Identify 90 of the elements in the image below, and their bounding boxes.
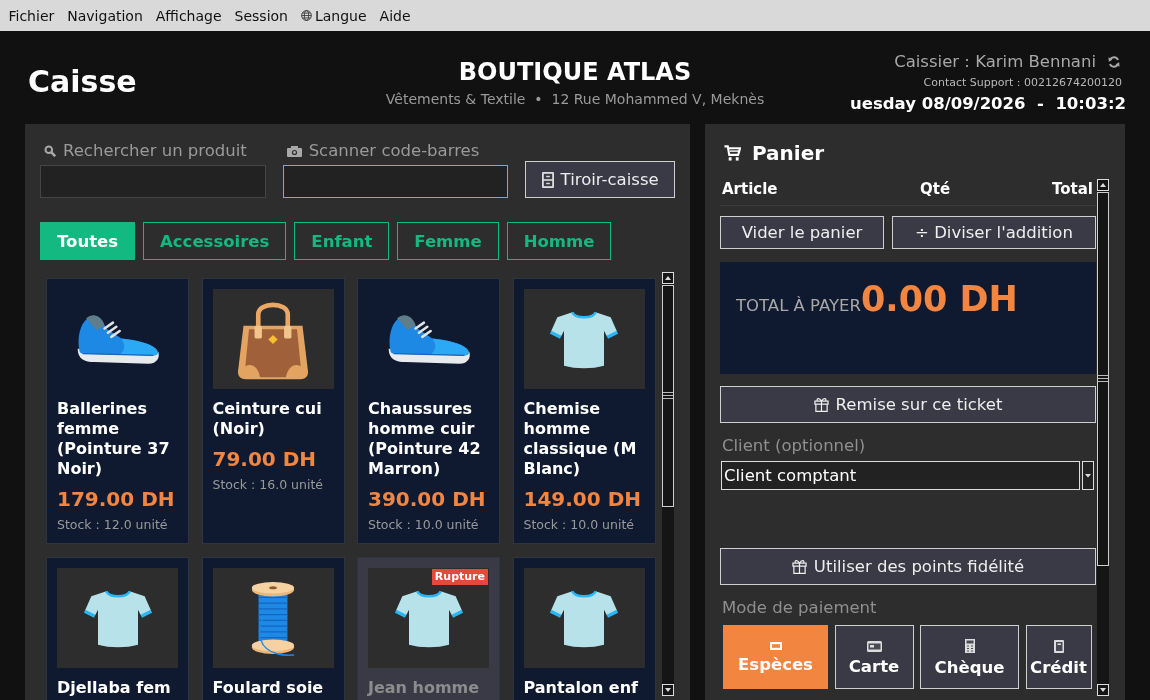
banknote-icon [769, 642, 782, 650]
product-name: Chaussures homme cuir (Pointure 42 Marron) [368, 399, 482, 479]
scrollbar-thumb[interactable] [662, 285, 674, 507]
field-label: Mode de paiement [721, 598, 877, 618]
total-amount: 0.00 DH [861, 279, 1018, 319]
cash-drawer-button[interactable]: Tiroir-caisse [525, 161, 675, 198]
t-shirt-icon [368, 568, 489, 668]
product-card[interactable]: Ceinture cui (Noir) 79.00 DH Stock : 16.0 unité [201, 278, 345, 544]
product-card[interactable]: Chemise homme classique (M Blanc) 149.00 DH Stock : 10.0 unité [512, 278, 656, 544]
out-of-stock-badge: Rupture [431, 569, 488, 585]
cabinet-icon [541, 171, 554, 188]
cart-icon [724, 144, 741, 162]
column-header: Total [1052, 179, 1093, 199]
product-name: Ballerines femme (Pointure 37 Noir) [57, 399, 171, 479]
menu-item[interactable]: Langue [294, 4, 374, 27]
product-name: Pantalon enf [523, 678, 640, 698]
menu-item[interactable]: Navigation [60, 4, 150, 27]
product-price: 390.00 DH [368, 487, 487, 511]
scroll-up-icon[interactable] [662, 272, 674, 284]
scrollbar[interactable] [662, 272, 674, 696]
barcode-field[interactable] [282, 165, 509, 198]
category-tab[interactable]: Accessoires [143, 222, 287, 260]
scroll-down-icon[interactable] [662, 684, 674, 696]
column-header: Qté [920, 179, 952, 199]
store-name: BOUTIQUE ATLAS [458, 58, 692, 86]
product-price: 179.00 DH [57, 487, 176, 511]
search-field[interactable] [40, 165, 266, 198]
clear-cart-button[interactable]: Vider le panier [720, 216, 884, 249]
product-card[interactable]: Foulard soie [201, 557, 345, 700]
gift-icon [791, 559, 807, 574]
thread-spool-icon [212, 568, 334, 668]
notebook-icon [1053, 639, 1064, 653]
field-label: Rechercher un produit [63, 141, 247, 161]
support-contact: Contact Support : 00212674200120 [923, 76, 1122, 90]
client-select[interactable]: Client comptant [721, 461, 1080, 490]
globe-icon [300, 10, 312, 21]
shoe-icon [75, 313, 160, 365]
stock-text: Stock : 12.0 unité [57, 517, 169, 533]
payment-method-button[interactable]: Carte [834, 625, 914, 689]
t-shirt-icon [523, 568, 645, 668]
payment-method-button[interactable]: Crédit [1025, 625, 1092, 689]
stock-text: Stock : 10.0 unité [368, 517, 480, 533]
product-name: Foulard soie [212, 678, 325, 698]
calculator-icon [964, 639, 975, 653]
category-tab[interactable]: Enfant [294, 222, 390, 260]
product-name: Jean homme [368, 678, 481, 698]
stock-text: Stock : 16.0 unité [212, 477, 324, 493]
product-card[interactable]: Pantalon enf [512, 557, 656, 700]
refresh-icon[interactable] [1108, 55, 1120, 69]
scroll-up-icon[interactable] [1097, 179, 1109, 191]
category-tab[interactable]: Homme [506, 222, 612, 260]
shoe-icon [386, 313, 471, 365]
product-card[interactable]: Djellaba fem [46, 557, 189, 700]
page-title: Caisse [28, 64, 137, 100]
product-card[interactable]: Ballerines femme (Pointure 37 Noir) 179.00 DH Stock : 12.0 unité [46, 278, 189, 544]
product-price: 149.00 DH [523, 487, 642, 511]
scrollbar[interactable] [1097, 179, 1109, 696]
product-price: 79.00 DH [212, 447, 318, 471]
t-shirt-icon [57, 568, 178, 668]
menu-item[interactable]: Affichage [149, 4, 229, 27]
camera-icon [286, 145, 302, 157]
menu-item[interactable]: Aide [373, 4, 418, 27]
loyalty-points-button[interactable]: Utiliser des points fidélité [720, 548, 1096, 585]
category-tab[interactable]: Femme [397, 222, 499, 260]
panel-title: Panier [752, 140, 825, 166]
total-label: TOTAL À PAYER [736, 296, 861, 316]
gift-icon [813, 397, 829, 412]
discount-button[interactable]: Remise sur ce ticket [720, 386, 1096, 423]
split-bill-button[interactable]: ÷ Diviser l'addition [892, 216, 1096, 249]
product-card[interactable]: Rupture Jean homme [357, 557, 500, 700]
column-header: Article [722, 179, 779, 199]
search-icon [44, 145, 56, 157]
store-info: Vêtements & Textile • 12 Rue Mohammed V, Meknès [385, 90, 765, 108]
field-label: Scanner code-barres [308, 141, 480, 161]
date-time: uesday 08/09/2026 - 10:03:2 [849, 94, 1126, 114]
handbag-icon [212, 289, 334, 389]
cashier-name: Caissier : Karim Bennani [894, 52, 1096, 72]
product-name: Ceinture cui (Noir) [212, 399, 323, 439]
product-card[interactable]: Chaussures homme cuir (Pointure 42 Marron) 390.00 DH Stock : 10.0 unité [357, 278, 500, 544]
scroll-down-icon[interactable] [1097, 684, 1109, 696]
product-name: Chemise homme classique (M Blanc) [523, 399, 638, 479]
product-name: Djellaba fem [57, 678, 172, 698]
card-icon [866, 640, 882, 652]
menu-item[interactable]: Fichier [2, 4, 61, 27]
stock-text: Stock : 10.0 unité [523, 517, 635, 533]
t-shirt-icon [523, 289, 645, 389]
field-label: Client (optionnel) [721, 436, 866, 456]
scrollbar-thumb[interactable] [1097, 192, 1109, 566]
menu-item[interactable]: Session [228, 4, 295, 27]
payment-method-button[interactable]: Chèque [920, 625, 1019, 689]
